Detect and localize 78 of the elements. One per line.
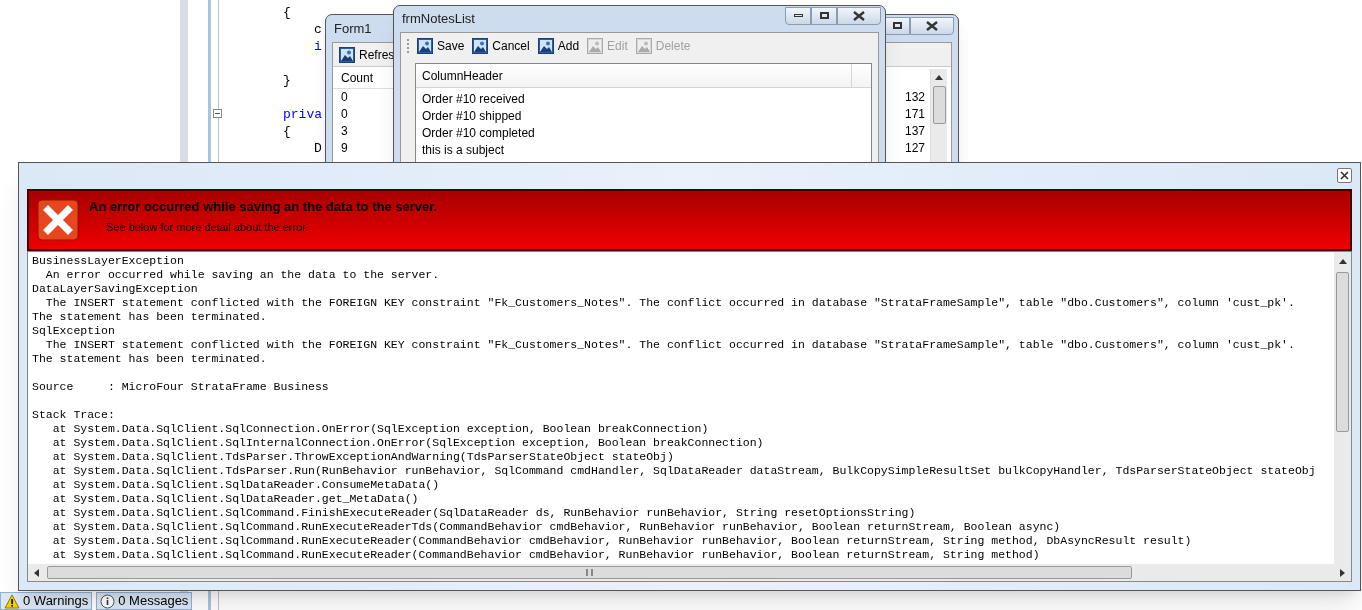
scroll-left-icon[interactable] [34, 568, 39, 577]
toolbar-button[interactable]: Cancel [472, 37, 530, 55]
table-cell: 127 [904, 140, 925, 157]
status-tab[interactable]: 0 Warnings [0, 592, 93, 610]
detail-line: BusinessLayerException [32, 254, 184, 268]
minimize-button[interactable] [785, 6, 811, 25]
scroll-up-icon[interactable] [935, 75, 943, 80]
code-line: D [314, 140, 322, 157]
warning-icon [4, 593, 20, 609]
close-icon [926, 20, 938, 31]
status-label: 0 Warnings [23, 592, 89, 610]
detail-line: at System.Data.SqlClient.SqlCommand.FinishExecuteReader(SqlDataReader ds, RunBehavior runBehavior, String resetOptionsString) [51, 506, 916, 520]
count-cell: 9 [341, 140, 348, 157]
maximize-button[interactable] [811, 6, 837, 25]
window-title: frmNotesList [402, 10, 475, 29]
code-line: } [283, 72, 291, 89]
error-icon [37, 199, 79, 241]
picture-icon [417, 38, 433, 54]
close-button[interactable] [1337, 167, 1352, 183]
picture-icon [472, 38, 489, 54]
detail-line: The statement has been terminated. [32, 310, 267, 324]
detail-line: at System.Data.SqlClient.SqlCommand.RunExecuteReader(CommandBehavior cmdBehavior, RunBehavior runBehavior, Boolean returnStream, String method, DbAsyncResult result) [51, 534, 1192, 548]
detail-line: DataLayerSavingException [32, 282, 198, 296]
code-line: c [314, 21, 322, 38]
code-line: { [283, 123, 291, 140]
detail-line: at System.Data.SqlClient.SqlInternalConnection.OnError(SqlException exception, Boolean breakConnection) [51, 436, 764, 450]
collapse-icon[interactable] [213, 109, 222, 118]
detail-line: at System.Data.SqlClient.TdsParser.ThrowExceptionAndWarning(TdsParserStateObject stateObj) [51, 450, 674, 464]
maximize-button[interactable] [884, 16, 910, 35]
list-item[interactable]: Order #10 received [422, 91, 525, 108]
scrollbar[interactable] [930, 69, 947, 165]
table-cell: 132 [904, 89, 925, 106]
picture-icon [537, 38, 554, 54]
close-button[interactable] [910, 16, 954, 35]
code-line: priva [283, 106, 322, 123]
detail-line: at System.Data.SqlClient.SqlCommand.RunExecuteReader(CommandBehavior cmdBehavior, RunBehavior runBehavior, Boolean returnStream, String method) [51, 548, 1040, 562]
list-item[interactable]: Order #10 completed [422, 125, 535, 142]
info-icon [100, 593, 116, 609]
detail-line: The statement has been terminated. [32, 352, 267, 366]
vertical-scrollbar[interactable] [1334, 252, 1351, 564]
list-item[interactable]: Order #10 shipped [422, 108, 522, 125]
detail-line: at System.Data.SqlClient.SqlConnection.OnError(SqlException exception, Boolean breakConnection) [51, 422, 709, 436]
code-line: { [283, 4, 291, 21]
scroll-right-icon[interactable] [1340, 568, 1345, 577]
status-label: 0 Messages [118, 592, 189, 610]
count-cell: 0 [341, 106, 348, 123]
error-heading: An error occurred while saving an the data to the server. [89, 198, 438, 216]
picture-icon [339, 46, 355, 63]
detail-line: Stack Trace: [32, 408, 115, 422]
picture-icon [635, 38, 652, 54]
detail-line: at System.Data.SqlClient.SqlDataReader.ConsumeMetaData() [51, 478, 440, 492]
picture-icon [587, 38, 604, 54]
detail-line: The INSERT statement conflicted with the FOREIGN KEY constraint "Fk_Customers_Notes". The conflict occurred in database "StrataFrameSample", table "dbo.Customers", column 'cust_pk'. [44, 338, 1295, 352]
close-button[interactable] [837, 6, 881, 25]
window-title: Form1 [334, 19, 372, 38]
detail-line: An error occurred while saving an the data to the server. [44, 268, 440, 282]
detail-line: at System.Data.SqlClient.TdsParser.Run(RunBehavior runBehavior, SqlCommand cmdHandler, SqlDataReader dataStream, BulkCopySimpleResultSet bulkCopyHandler, TdsParserStateObject stateObj [51, 464, 1316, 478]
detail-line: The INSERT statement conflicted with the FOREIGN KEY constraint "Fk_Customers_Notes". The conflict occurred in database "StrataFrameSample", table "dbo.Customers", column 'cust_pk'. [44, 296, 1295, 310]
scroll-up-icon[interactable] [1338, 259, 1347, 264]
toolbar-button[interactable]: Refres [339, 45, 395, 64]
code-line: i [314, 38, 322, 55]
count-cell: 0 [341, 89, 348, 106]
error-subheading: See below for more detail about the error. [106, 219, 310, 235]
toolbar-button[interactable]: Add [537, 37, 580, 55]
detail-line: Source : MicroFour StrataFrame Business [32, 380, 329, 394]
list-item[interactable]: this is a subject [422, 142, 505, 159]
count-cell: 3 [341, 123, 348, 140]
detail-line: at System.Data.SqlClient.SqlDataReader.get_MetaData() [51, 492, 419, 506]
detail-line: at System.Data.SqlClient.SqlCommand.RunExecuteReaderTds(CommandBehavior cmdBehavior, RunBehavior runBehavior, Boolean returnStream, Boolean async) [51, 520, 1061, 534]
close-icon [1340, 170, 1349, 180]
detail-line: SqlException [32, 324, 115, 338]
toolbar-button[interactable]: Save [417, 37, 465, 55]
table-cell: 137 [904, 123, 925, 140]
table-cell: 171 [904, 106, 925, 123]
scroll-grip-icon [586, 569, 593, 576]
close-icon [853, 10, 865, 21]
horizontal-scrollbar[interactable] [28, 564, 1351, 581]
status-tab[interactable]: 0 Messages [96, 592, 193, 610]
